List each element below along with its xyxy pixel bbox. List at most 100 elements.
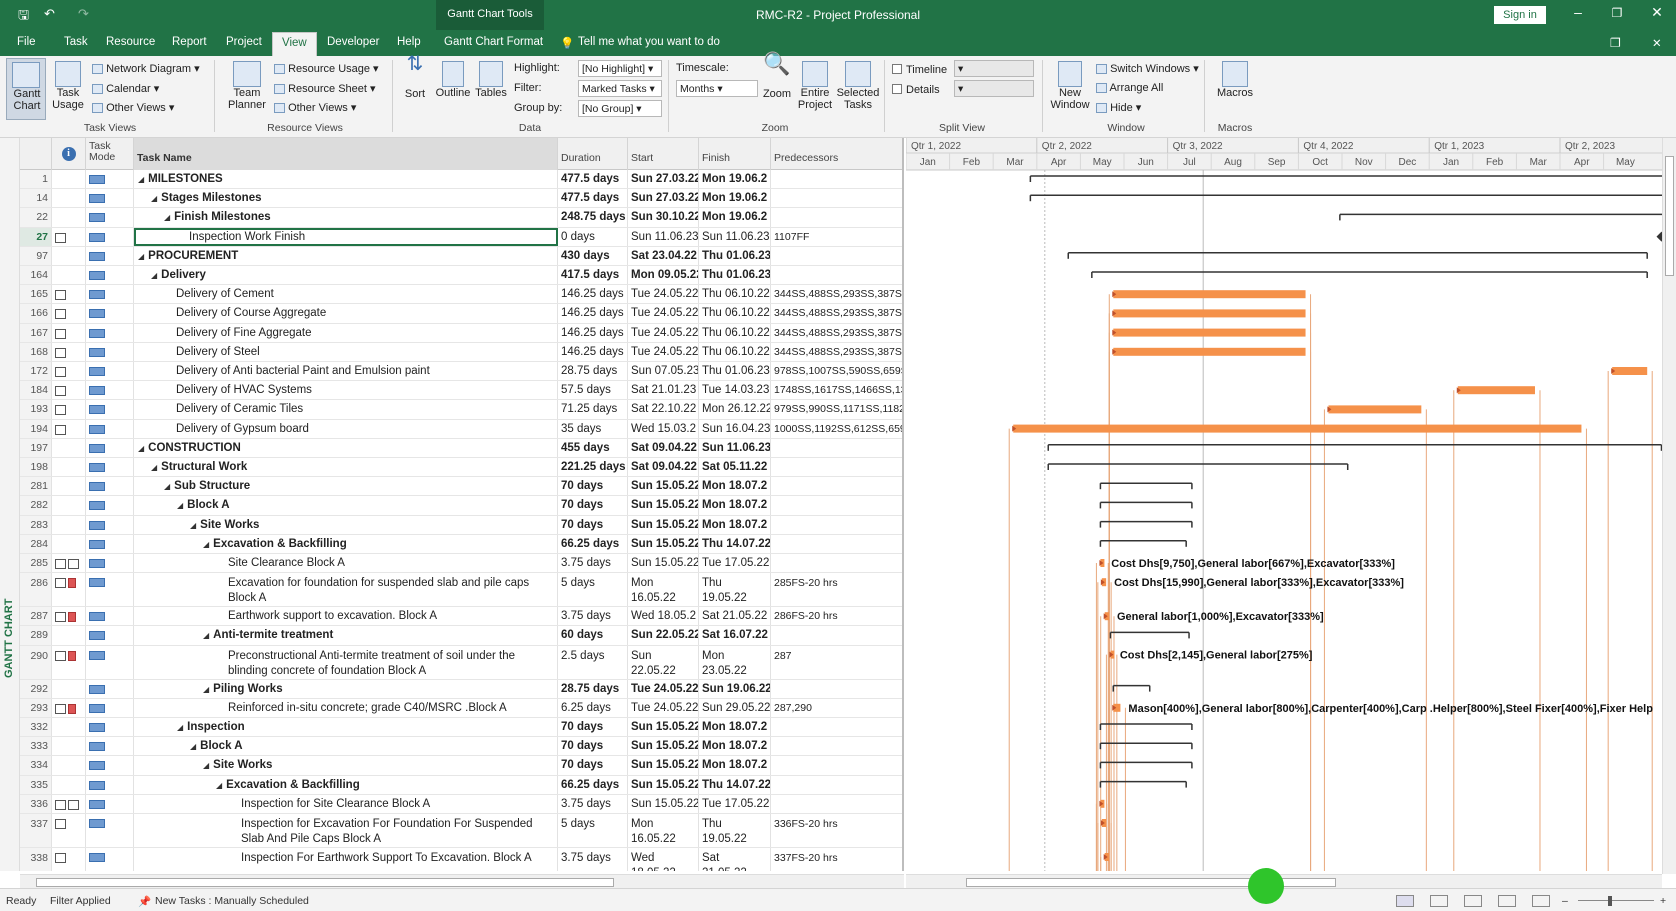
start-cell[interactable]: Sun 15.05.22 [628, 477, 699, 496]
predecessors-cell[interactable] [771, 626, 902, 644]
task-name-cell[interactable]: Preconstructional Anti-termite treatment… [134, 645, 558, 679]
table-row[interactable]: 164 ◢ Delivery 417.5 days Mon 09.05.22 Thu 01… [20, 266, 902, 286]
task-name-cell[interactable]: ◢ Excavation & Backfilling [134, 775, 558, 794]
task-mode-cell[interactable] [86, 304, 134, 323]
duration-cell[interactable]: 455 days [558, 438, 628, 457]
duration-cell[interactable]: 146.25 days [558, 323, 628, 342]
finish-cell[interactable]: Sun 11.06.23 [699, 227, 771, 246]
row-id[interactable]: 286 [20, 573, 52, 607]
notes-icon[interactable] [55, 853, 66, 863]
duration-cell[interactable]: 6.25 days [558, 698, 628, 717]
task-mode-cell[interactable] [86, 438, 134, 457]
start-cell[interactable]: Sun 30.10.22 [628, 208, 699, 227]
task-name-cell[interactable]: ◢ Finish Milestones [134, 208, 558, 227]
tell-me-box[interactable]: Tell me what you want to do [578, 36, 720, 48]
predecessors-cell[interactable]: 287 [771, 646, 902, 679]
row-id[interactable]: 332 [20, 718, 52, 737]
notes-icon[interactable] [55, 819, 66, 829]
predecessors-cell[interactable]: 344SS,488SS,293SS,387SS,13 [771, 324, 902, 342]
start-cell[interactable]: Sun 15.05.22 [628, 718, 699, 737]
table-row[interactable]: 1 ◢ MILESTONES 477.5 days Sun 27.03.22 Mon 19… [20, 170, 902, 190]
selected-tasks-button[interactable]: Selected Tasks [836, 58, 880, 111]
task-usage-shortcut-icon[interactable] [1430, 895, 1448, 907]
predecessors-cell[interactable]: 978SS,1007SS,590SS,659SS,6 [771, 362, 902, 380]
predecessors-cell[interactable] [771, 535, 902, 553]
tab-help[interactable]: Help [397, 36, 421, 48]
start-cell[interactable]: Mon 16.05.22 [628, 573, 699, 607]
task-name-header[interactable]: Task Name [134, 138, 558, 170]
table-horizontal-scrollbar[interactable] [20, 874, 904, 888]
row-id[interactable]: 184 [20, 381, 52, 400]
sort-button[interactable]: ⇅ Sort [400, 54, 430, 100]
table-row[interactable]: 336 Inspection for Site Clearance Block A… [20, 794, 902, 814]
task-mode-cell[interactable] [86, 534, 134, 553]
tab-file[interactable]: File [17, 36, 36, 48]
task-mode-cell[interactable] [86, 342, 134, 361]
collapse-toggle-icon[interactable]: ◢ [151, 463, 157, 472]
start-cell[interactable]: Sun 15.05.22 [628, 496, 699, 515]
row-id[interactable]: 166 [20, 304, 52, 323]
table-row[interactable]: 289 ◢ Anti-termite treatment 60 days Sun 22.… [20, 626, 902, 646]
finish-cell[interactable]: Thu 06.10.22 [699, 304, 771, 323]
start-cell[interactable]: Sun 15.05.22 [628, 515, 699, 534]
task-name-cell[interactable]: ◢ Excavation & Backfilling [134, 534, 558, 553]
task-mode-cell[interactable] [86, 208, 134, 227]
row-id[interactable]: 164 [20, 266, 52, 285]
scroll-thumb[interactable] [36, 878, 614, 887]
predecessors-cell[interactable]: 344SS,488SS,293SS,387SS,13 [771, 304, 902, 322]
finish-cell[interactable]: Mon 18.07.2 [699, 756, 771, 775]
start-cell[interactable]: Tue 24.05.22 [628, 323, 699, 342]
task-mode-cell[interactable] [86, 170, 134, 189]
table-row[interactable]: 22 ◢ Finish Milestones 248.75 days Sun 30.10… [20, 208, 902, 228]
row-id[interactable]: 1 [20, 170, 52, 189]
duration-cell[interactable]: 3.75 days [558, 794, 628, 813]
new-window-button[interactable]: New Window [1048, 58, 1092, 111]
finish-cell[interactable]: Mon 19.06.2 [699, 208, 771, 227]
duration-cell[interactable]: 71.25 days [558, 400, 628, 419]
task-mode-cell[interactable] [86, 718, 134, 737]
task-name-cell[interactable]: Delivery of Ceramic Tiles [134, 400, 558, 419]
table-row[interactable]: 184 Delivery of HVAC Systems 57.5 days Sat … [20, 381, 902, 401]
collapse-toggle-icon[interactable]: ◢ [203, 540, 209, 549]
task-mode-cell[interactable] [86, 323, 134, 342]
task-mode-cell[interactable] [86, 362, 134, 381]
table-row[interactable]: 281 ◢ Sub Structure 70 days Sun 15.05.22 Mon … [20, 477, 902, 497]
finish-header[interactable]: Finish [699, 138, 771, 170]
start-cell[interactable]: Sun 15.05.22 [628, 737, 699, 756]
table-row[interactable]: 167 Delivery of Fine Aggregate 146.25 days… [20, 323, 902, 343]
table-row[interactable]: 284 ◢ Excavation & Backfilling 66.25 days Su… [20, 534, 902, 554]
notes-icon[interactable] [55, 328, 66, 339]
timeline-view-dropdown[interactable]: ▾ [954, 60, 1034, 77]
notes-icon[interactable] [55, 703, 66, 714]
finish-cell[interactable]: Sun 11.06.23 [699, 438, 771, 457]
zoom-slider[interactable] [1578, 900, 1654, 901]
zoom-button[interactable]: 🔍 Zoom [760, 53, 794, 101]
table-row[interactable]: 198 ◢ Structural Work 221.25 days Sat 09.04.… [20, 458, 902, 478]
gantt-view-shortcut-icon[interactable] [1396, 895, 1414, 907]
finish-cell[interactable]: Sat 16.07.22 [699, 626, 771, 645]
notes-icon[interactable] [55, 424, 66, 435]
duration-cell[interactable]: 2.5 days [558, 645, 628, 679]
group-by-dropdown[interactable]: [No Group] ▾ [578, 100, 662, 117]
task-name-cell[interactable]: Delivery of Fine Aggregate [134, 323, 558, 342]
table-row[interactable]: 168 Delivery of Steel 146.25 days Tue 24.05… [20, 342, 902, 362]
row-id[interactable]: 14 [20, 189, 52, 208]
predecessors-cell[interactable] [771, 208, 902, 226]
start-cell[interactable]: Tue 24.05.22 [628, 679, 699, 698]
table-row[interactable]: 285 Site Clearance Block A 3.75 days Sun 15… [20, 554, 902, 574]
resource-usage-button[interactable]: Resource Usage ▾ [274, 62, 379, 75]
task-name-cell[interactable]: Delivery of HVAC Systems [134, 381, 558, 400]
task-mode-cell[interactable] [86, 458, 134, 477]
notes-icon[interactable] [55, 309, 66, 320]
duration-cell[interactable]: 70 days [558, 496, 628, 515]
team-planner-button[interactable]: Team Planner [222, 58, 272, 111]
status-new-tasks[interactable]: New Tasks : Manually Scheduled [155, 895, 309, 907]
minimize-button[interactable]: – [1566, 4, 1590, 20]
collapse-toggle-icon[interactable]: ◢ [151, 194, 157, 203]
finish-cell[interactable]: Sun 16.04.23 [699, 419, 771, 438]
finish-cell[interactable]: Thu 01.06.23 [699, 362, 771, 381]
task-name-cell[interactable]: Delivery of Cement [134, 285, 558, 304]
start-cell[interactable]: Sun 22.05.22 [628, 645, 699, 679]
tab-resource[interactable]: Resource [106, 36, 155, 48]
task-mode-cell[interactable] [86, 573, 134, 607]
